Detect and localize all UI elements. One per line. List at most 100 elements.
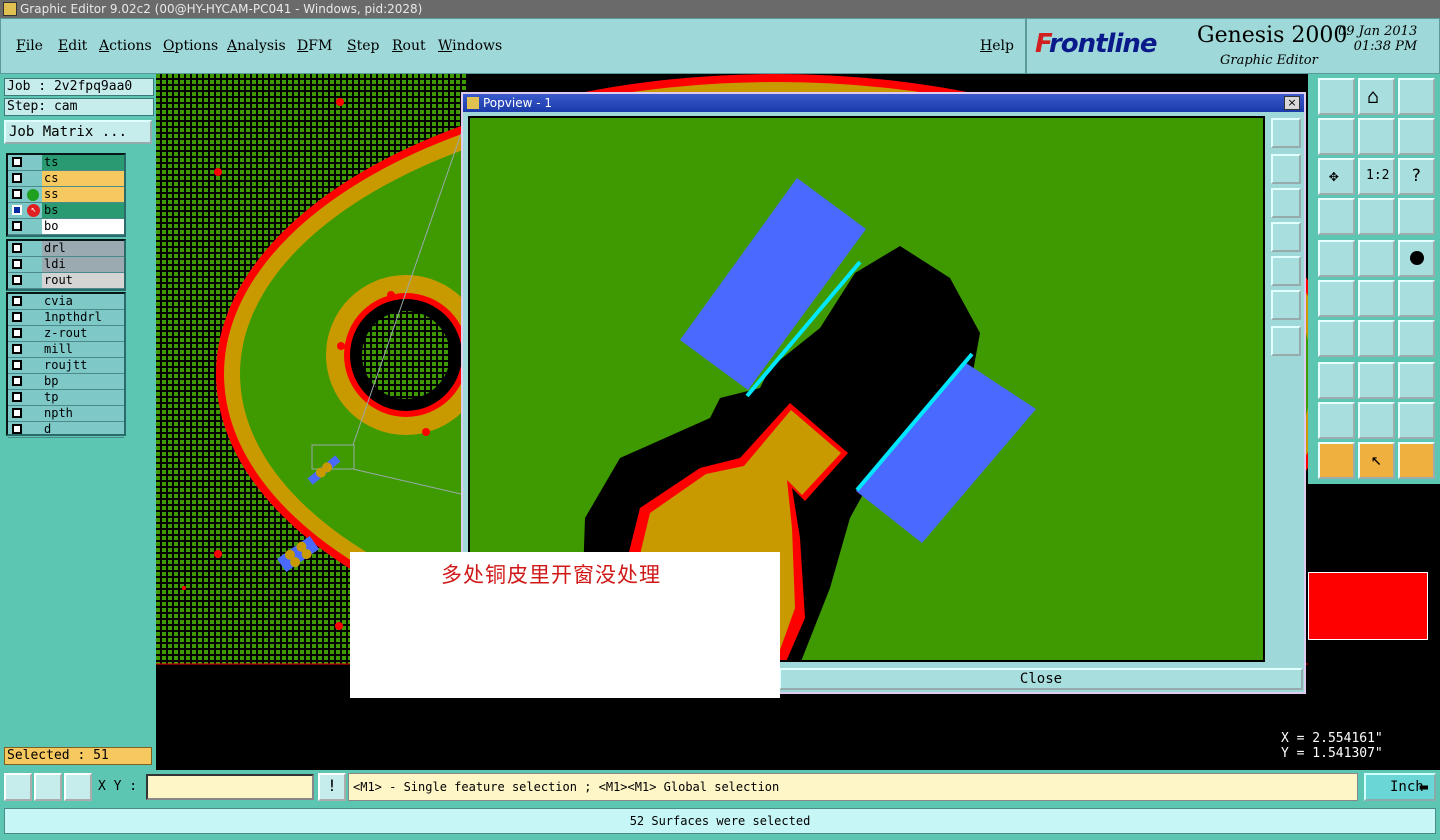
layer-checkbox[interactable]	[12, 360, 22, 370]
layer-checkbox[interactable]	[12, 189, 22, 199]
close-icon[interactable]: ×	[1284, 96, 1300, 110]
pointer-button[interactable]: ↖	[1358, 442, 1395, 479]
layer-checkbox[interactable]	[12, 376, 22, 386]
popview-left-button[interactable]	[1271, 222, 1301, 252]
popview-up-button[interactable]	[1271, 154, 1301, 184]
layer-checkbox[interactable]	[12, 392, 22, 402]
connect2-button[interactable]	[1398, 280, 1435, 317]
xy-input[interactable]	[146, 774, 314, 800]
layer-checkbox[interactable]	[12, 243, 22, 253]
layer-checkbox[interactable]	[12, 312, 22, 322]
layer-row[interactable]: rout	[8, 273, 124, 289]
menu-options[interactable]: Options	[163, 38, 218, 54]
layer-checkbox[interactable]	[12, 157, 22, 167]
layer-row[interactable]: ↖ bs	[8, 203, 124, 219]
layer-name: drl	[42, 241, 124, 256]
a2-button[interactable]	[1358, 402, 1395, 439]
measure-tool-button[interactable]	[34, 773, 62, 801]
layer-row[interactable]: z-rout	[8, 326, 124, 342]
question-icon: ?	[1411, 166, 1422, 186]
job-matrix-button[interactable]: Job Matrix ...	[4, 120, 152, 144]
layer-row[interactable]: bp	[8, 374, 124, 390]
layer-checkbox[interactable]	[12, 259, 22, 269]
layer-row[interactable]: cs	[8, 171, 124, 187]
text-button[interactable]	[1398, 320, 1435, 357]
menu-step[interactable]: Step	[347, 38, 379, 54]
net-button[interactable]	[1398, 198, 1435, 235]
menu-help[interactable]: Help	[980, 38, 1014, 54]
layer-checkbox[interactable]	[12, 296, 22, 306]
popview-close-button[interactable]: Close	[779, 668, 1303, 690]
layer-name: bo	[42, 219, 124, 234]
popview-down-button[interactable]	[1271, 188, 1301, 218]
pad-button[interactable]	[1398, 240, 1435, 277]
layer-row[interactable]: ss	[8, 187, 124, 203]
layer-row[interactable]: 1npthdrl	[8, 310, 124, 326]
layer-checkbox[interactable]	[12, 328, 22, 338]
popview-center-button[interactable]	[1271, 326, 1301, 356]
window-button[interactable]	[1398, 78, 1435, 115]
layer-checkbox[interactable]	[12, 344, 22, 354]
alert-button[interactable]: !	[318, 773, 346, 801]
layer-row[interactable]: npth	[8, 406, 124, 422]
layer-row[interactable]: tp	[8, 390, 124, 406]
layer-checkbox[interactable]	[12, 173, 22, 183]
menu-file[interactable]: File	[16, 38, 43, 54]
layer-row[interactable]: mill	[8, 342, 124, 358]
layer-row[interactable]: ts	[8, 155, 124, 171]
group-button[interactable]	[1398, 362, 1435, 399]
view-down-button[interactable]	[1318, 78, 1355, 115]
menu-analysis[interactable]: Analysis	[227, 38, 286, 54]
pan-button[interactable]: ✥	[1318, 158, 1355, 195]
cross-button[interactable]	[1318, 280, 1355, 317]
route-button[interactable]	[1398, 442, 1435, 479]
a-button[interactable]	[1318, 402, 1355, 439]
arc-button[interactable]	[1358, 320, 1395, 357]
shape-button[interactable]	[1318, 240, 1355, 277]
netlist-button[interactable]	[1358, 198, 1395, 235]
snap-grid-button[interactable]	[64, 773, 92, 801]
layer-row[interactable]: roujtt	[8, 358, 124, 374]
home-button[interactable]: ⌂	[1358, 78, 1395, 115]
layer-row[interactable]: d	[8, 422, 124, 438]
s-button[interactable]	[1398, 118, 1435, 155]
step-name: Step: cam	[4, 98, 154, 116]
layer-row[interactable]: drl	[8, 241, 124, 257]
menu-rout[interactable]: Rout	[392, 38, 426, 54]
popview-right-button[interactable]	[1271, 256, 1301, 286]
tool-panel: ⌂ ✥ 1:2 ? ↖	[1308, 74, 1440, 484]
menu-actions[interactable]: Actions	[99, 38, 152, 54]
measure-button[interactable]	[1318, 362, 1355, 399]
layer-checkbox[interactable]	[12, 408, 22, 418]
grid-button[interactable]	[1318, 198, 1355, 235]
a3-button[interactable]	[1398, 402, 1435, 439]
ruler-button[interactable]	[1358, 240, 1395, 277]
popview-title: Popview - 1	[483, 96, 552, 110]
popview-fit-button[interactable]	[1271, 290, 1301, 320]
snap-button[interactable]	[1318, 118, 1355, 155]
layer-checkbox[interactable]	[12, 205, 22, 215]
menu-edit[interactable]: Edit	[58, 38, 87, 54]
help-button[interactable]: ?	[1398, 158, 1435, 195]
dimension-button[interactable]	[1358, 362, 1395, 399]
popview-zoom-button[interactable]	[1271, 118, 1301, 148]
menu-windows[interactable]: Windows	[438, 38, 502, 54]
select-box-button[interactable]	[1318, 442, 1355, 479]
layer-checkbox[interactable]	[12, 424, 22, 434]
layer-row[interactable]: cvia	[8, 294, 124, 310]
zoom-area-button[interactable]	[4, 773, 32, 801]
product-subtitle: Graphic Editor	[1220, 53, 1318, 68]
annotation-text: 多处铜皮里开窗没处理	[441, 563, 661, 587]
scale-button[interactable]: 1:2	[1358, 158, 1395, 195]
layer-row[interactable]: bo	[8, 219, 124, 235]
menu-dfm[interactable]: DFM	[297, 38, 332, 54]
layer-checkbox[interactable]	[12, 275, 22, 285]
units-dropdown[interactable]: Inch ▬	[1364, 773, 1436, 801]
layer-checkbox[interactable]	[12, 221, 22, 231]
line-button[interactable]	[1318, 320, 1355, 357]
popview-title-bar[interactable]: Popview - 1 ×	[463, 94, 1304, 112]
layer-row[interactable]: ldi	[8, 257, 124, 273]
swap-button[interactable]	[1358, 118, 1395, 155]
connect-button[interactable]	[1358, 280, 1395, 317]
layer-name: 1npthdrl	[44, 310, 102, 324]
